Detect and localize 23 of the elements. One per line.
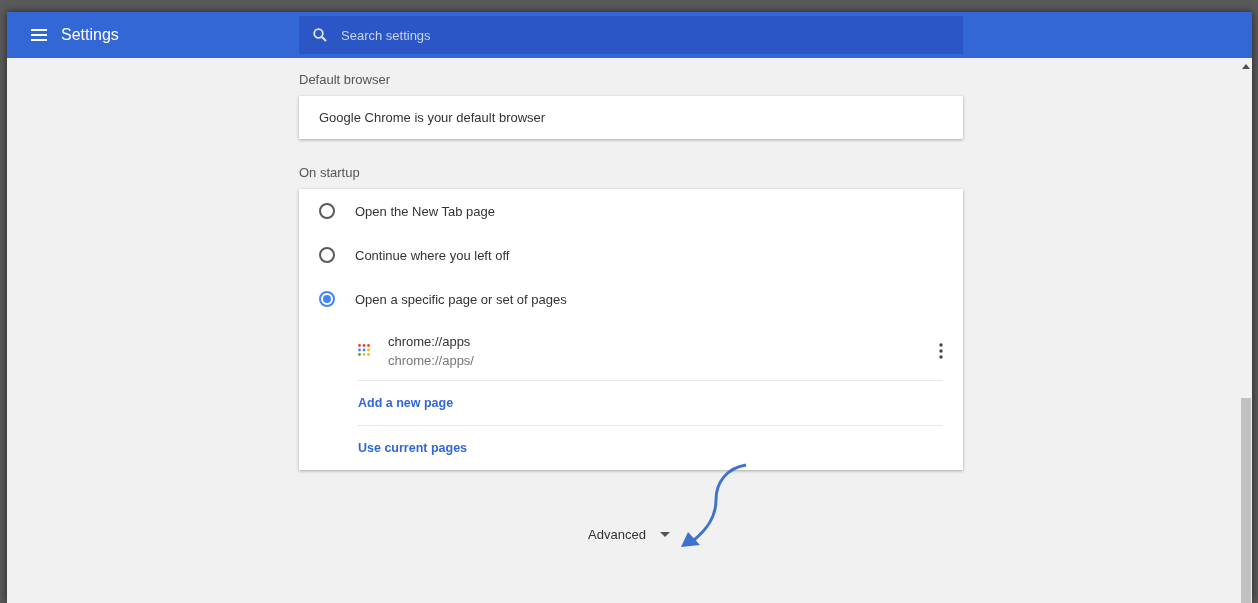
radio-button[interactable] [319, 247, 335, 263]
scrollbar-thumb[interactable] [1241, 398, 1251, 603]
radio-label: Continue where you left off [355, 247, 510, 263]
link[interactable]: Use current pages [358, 441, 468, 455]
radio-button[interactable] [319, 203, 335, 219]
status-text: Google Chrome is your default browser [319, 110, 546, 125]
radio-label: Open the New Tab page [355, 203, 495, 219]
apps-grid-icon [358, 344, 371, 357]
radio-label: Open a specific page or set of pages [355, 291, 567, 307]
advanced-button[interactable]: Advanced [299, 526, 963, 543]
scroll-up-icon[interactable] [1242, 64, 1250, 69]
search-icon [313, 28, 327, 42]
page-title: chrome://apps [388, 333, 472, 349]
search-field[interactable]: Search settings [299, 16, 963, 54]
menu-icon[interactable] [31, 29, 47, 41]
more-icon[interactable] [939, 342, 943, 359]
app-title: Settings [61, 26, 119, 44]
link[interactable]: Add a new page [358, 396, 454, 410]
section-heading: Default browser [299, 70, 392, 89]
radio-button[interactable] [319, 291, 335, 307]
section-heading: On startup [299, 163, 361, 182]
page-url: chrome://apps/ [388, 352, 475, 368]
scrollbar[interactable] [1240, 58, 1252, 603]
